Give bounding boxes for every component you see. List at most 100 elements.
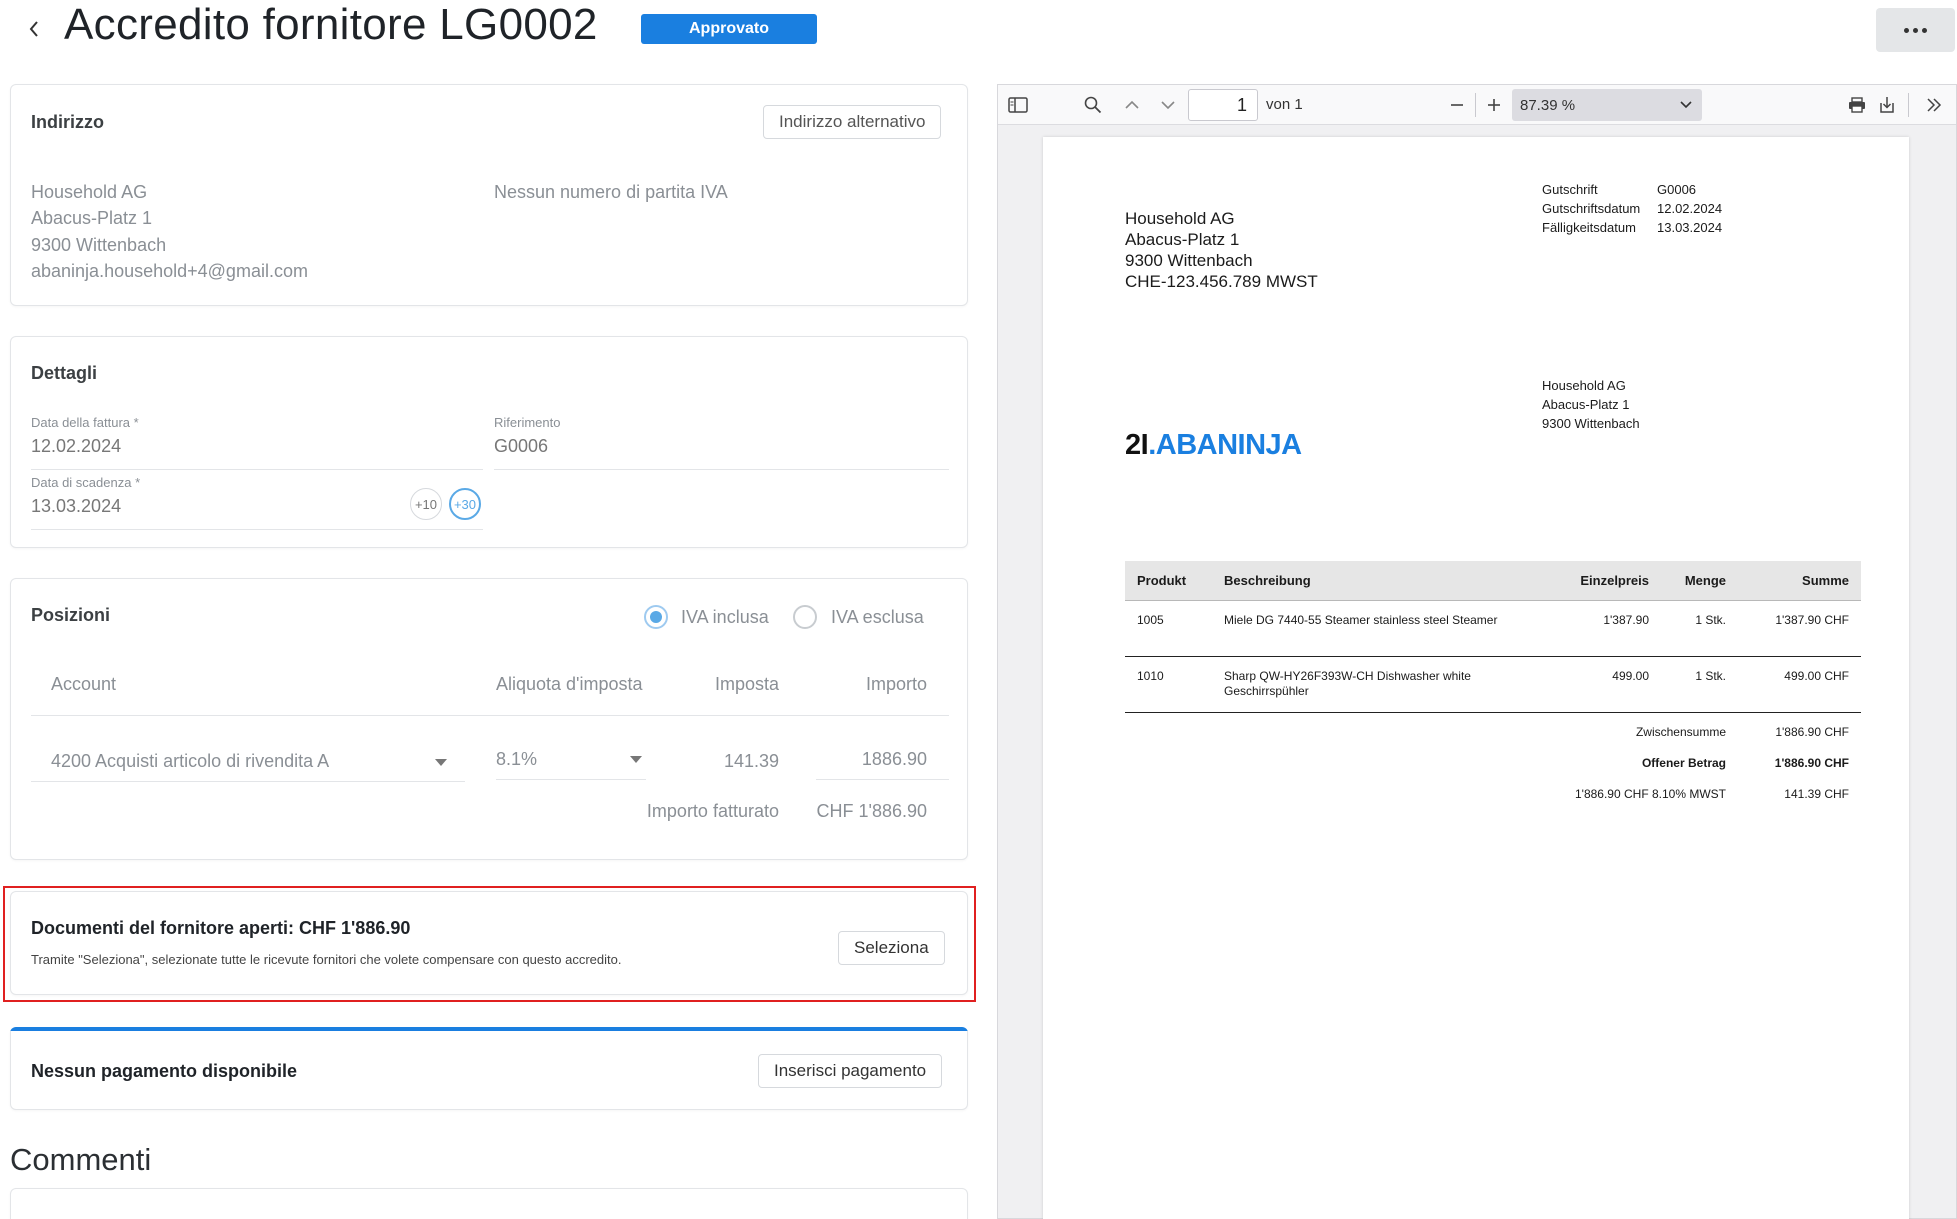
vat-label: 1'886.90 CHF 8.10% MWST <box>1574 787 1726 801</box>
status-badge: Approvato <box>641 14 817 44</box>
vat-included-radio[interactable] <box>644 605 668 629</box>
address-line-1: Household AG <box>31 182 148 202</box>
invoice-date-field[interactable]: 12.02.2024 <box>31 436 121 457</box>
more-tools-icon[interactable] <box>1922 93 1946 117</box>
page-count-label: von 1 <box>1266 96 1303 113</box>
due-date-field[interactable]: 13.03.2024 <box>31 496 121 517</box>
highlight-frame <box>3 886 976 1002</box>
tax-amount: 141.39 <box>723 751 779 771</box>
open-amount-value: 1'886.90 CHF <box>1774 756 1849 770</box>
insert-payment-button[interactable]: Inserisci pagamento <box>758 1054 943 1088</box>
sender-line-3: 9300 Wittenbach <box>1125 251 1253 270</box>
item-product: 1010 <box>1137 669 1164 683</box>
pdf-page: Household AG Abacus-Platz 1 9300 Wittenb… <box>1043 137 1909 1219</box>
header-product: Produkt <box>1137 573 1187 588</box>
add-10-days-button[interactable]: +10 <box>410 488 442 520</box>
column-amount: Importo <box>865 674 927 694</box>
meta-value-2: 12.02.2024 <box>1657 201 1723 216</box>
item-unit-price: 499.00 <box>1612 669 1649 683</box>
vat-row: 1'886.90 CHF 8.10% MWST 141.39 CHF <box>1125 775 1861 806</box>
item-qty: 1 Stk. <box>1695 669 1726 683</box>
sender-line-1: Household AG <box>1125 209 1235 228</box>
item-qty: 1 Stk. <box>1695 613 1726 627</box>
subtotal-value: 1'886.90 CHF <box>1775 725 1849 739</box>
meta-label-3: Fälligkeitsdatum <box>1542 220 1636 235</box>
item-description: Miele DG 7440-55 Steamer stainless steel… <box>1224 613 1498 627</box>
chevron-left-icon <box>29 21 38 37</box>
zoom-value: 87.39 % <box>1520 96 1576 114</box>
table-row: 1010 Sharp QW-HY26F393W-CH Dishwasher wh… <box>1125 657 1861 713</box>
header-qty: Menge <box>1684 573 1726 588</box>
item-total: 1'387.90 CHF <box>1775 613 1849 627</box>
page-title: Accredito fornitore LG0002 <box>64 0 598 49</box>
pdf-viewer: von 1 87.39 % Household AG Abacus-Platz … <box>997 84 1957 1219</box>
more-options-button[interactable] <box>1876 8 1955 52</box>
address-card: Indirizzo Indirizzo alternativo Househol… <box>10 84 968 306</box>
amount-field[interactable]: 1886.90 <box>862 749 927 770</box>
zoom-in-icon[interactable] <box>1482 93 1506 117</box>
company-logo: 2I.ABANINJA <box>1125 429 1302 461</box>
details-title: Dettagli <box>31 363 98 383</box>
sidebar-toggle-icon[interactable] <box>1006 93 1030 117</box>
due-date-label: Data di scadenza * <box>31 475 141 490</box>
billed-amount-value: CHF 1'886.90 <box>816 801 928 821</box>
meta-value-1: G0006 <box>1657 182 1697 197</box>
header-description: Beschreibung <box>1224 573 1311 588</box>
back-button[interactable] <box>22 14 46 44</box>
payments-title: Nessun pagamento disponibile <box>31 1061 298 1081</box>
vat-excluded-label[interactable]: IVA esclusa <box>831 607 924 628</box>
address-line-2: Abacus-Platz 1 <box>31 208 153 228</box>
vat-number-note: Nessun numero di partita IVA <box>494 182 728 202</box>
open-amount-label: Offener Betrag <box>1641 756 1726 770</box>
print-icon[interactable] <box>1845 93 1869 117</box>
vat-included-label[interactable]: IVA inclusa <box>681 607 769 628</box>
column-tax-rate: Aliquota d'imposta <box>496 674 643 694</box>
account-select[interactable]: 4200 Acquisti articolo di rivendita A <box>51 751 329 772</box>
comments-card <box>10 1188 968 1219</box>
item-product: 1005 <box>1137 613 1164 627</box>
sender-line-2: Abacus-Platz 1 <box>1125 230 1240 249</box>
recipient-line-2: Abacus-Platz 1 <box>1542 397 1630 412</box>
zoom-out-icon[interactable] <box>1445 93 1469 117</box>
header-unit-price: Einzelpreis <box>1580 573 1649 588</box>
download-icon[interactable] <box>1875 93 1899 117</box>
item-total: 499.00 CHF <box>1784 669 1849 683</box>
vat-value: 141.39 CHF <box>1784 787 1849 801</box>
reference-field[interactable]: G0006 <box>494 436 548 457</box>
comments-heading: Commenti <box>10 1142 152 1177</box>
subtotal-row: Zwischensumme 1'886.90 CHF <box>1125 713 1861 744</box>
next-page-icon[interactable] <box>1156 93 1180 117</box>
search-icon[interactable] <box>1081 93 1105 117</box>
tax-rate-dropdown-icon[interactable] <box>630 756 642 763</box>
recipient-line-3: 9300 Wittenbach <box>1542 416 1640 431</box>
tax-rate-select[interactable]: 8.1% <box>496 749 537 770</box>
pdf-toolbar: von 1 87.39 % <box>998 85 1956 125</box>
table-row: 1005 Miele DG 7440-55 Steamer stainless … <box>1125 601 1861 657</box>
add-30-days-button[interactable]: +30 <box>449 488 481 520</box>
payments-card: Nessun pagamento disponibile Inserisci p… <box>10 1031 968 1110</box>
invoice-date-label: Data della fattura * <box>31 415 139 430</box>
details-card: Dettagli Data della fattura * 12.02.2024… <box>10 336 968 548</box>
previous-page-icon[interactable] <box>1120 93 1144 117</box>
meta-label-1: Gutschrift <box>1542 182 1598 197</box>
billed-amount-label: Importo fatturato <box>646 801 779 821</box>
invoice-table-header: Produkt Beschreibung Einzelpreis Menge S… <box>1125 561 1861 601</box>
vat-excluded-radio[interactable] <box>793 605 817 629</box>
zoom-select[interactable]: 87.39 % <box>1512 89 1702 121</box>
item-description: Sharp QW-HY26F393W-CH Dishwasher white G… <box>1224 669 1471 698</box>
sender-line-4: CHE-123.456.789 MWST <box>1125 272 1318 291</box>
meta-label-2: Gutschriftsdatum <box>1542 201 1641 216</box>
subtotal-label: Zwischensumme <box>1635 725 1726 739</box>
reference-label: Riferimento <box>494 415 561 430</box>
alternative-address-button[interactable]: Indirizzo alternativo <box>763 105 942 139</box>
account-dropdown-icon[interactable] <box>435 759 447 766</box>
page-number-input[interactable] <box>1188 89 1258 121</box>
header-total: Summe <box>1802 573 1849 588</box>
chevron-down-icon <box>1680 101 1692 109</box>
positions-title: Posizioni <box>31 605 111 625</box>
address-line-3: 9300 Wittenbach <box>31 235 167 255</box>
address-title: Indirizzo <box>31 112 104 132</box>
open-amount-row: Offener Betrag 1'886.90 CHF <box>1125 744 1861 775</box>
column-account: Account <box>51 674 117 694</box>
more-dots-icon <box>1904 27 1909 33</box>
